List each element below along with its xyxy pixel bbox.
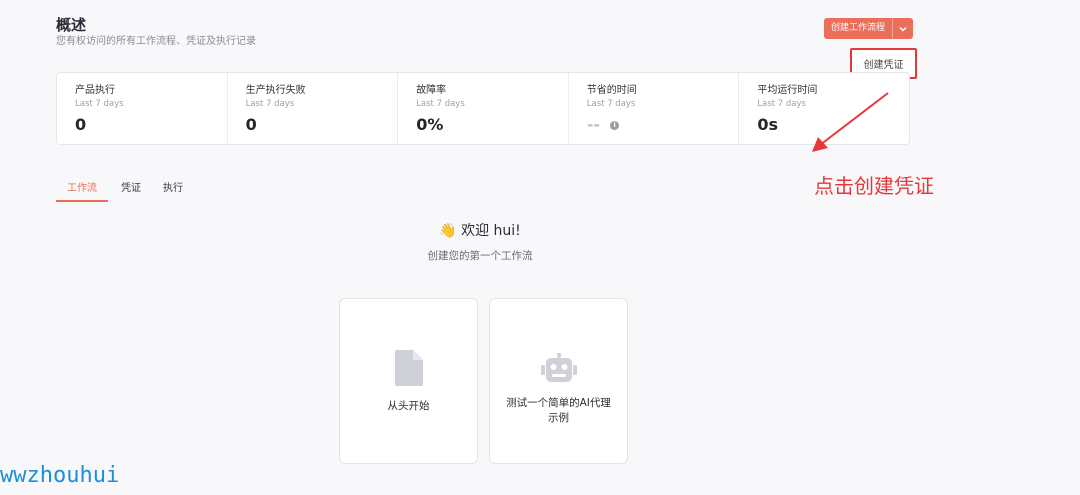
ai-agent-example-card[interactable]: 测试一个简单的AI代理示例 (489, 298, 628, 464)
file-icon (394, 349, 423, 387)
stat-value-row: -- i (587, 115, 739, 135)
stat-label: 产品执行 (75, 85, 115, 96)
tab-credentials[interactable]: 凭证 (110, 182, 152, 202)
chevron-down-icon (899, 26, 907, 32)
stat-prod-failures[interactable]: 生产执行失败 Last 7 days 0 (228, 73, 399, 144)
card-label: 从头开始 (387, 400, 430, 412)
create-workflow-split-button: 创建工作流程 (824, 18, 914, 39)
welcome-subtitle: 创建您的第一个工作流 (427, 250, 533, 262)
page-title: 概述 (56, 16, 87, 34)
stat-label: 节省的时间 (586, 85, 637, 96)
stat-value: 0% (416, 115, 444, 134)
stat-value: 0 (75, 115, 87, 134)
create-menu-toggle-button[interactable] (892, 18, 914, 39)
watermark: wwzhouhui (0, 463, 120, 488)
start-from-scratch-card[interactable]: 从头开始 (339, 298, 478, 464)
tab-executions[interactable]: 执行 (152, 182, 194, 202)
stat-period: Last 7 days (416, 99, 465, 109)
welcome-greeting: 欢迎 hui! (461, 223, 521, 239)
tab-workflows[interactable]: 工作流 (56, 182, 108, 202)
stat-period: Last 7 days (245, 99, 295, 109)
create-workflow-button[interactable]: 创建工作流程 (824, 18, 893, 39)
wave-icon: 👋 (439, 223, 457, 239)
tab-bar: 工作流 凭证 执行 (56, 182, 194, 202)
info-icon[interactable]: i (610, 120, 620, 130)
welcome-title: 👋 欢迎 hui! (0, 221, 960, 241)
stat-prod-executions[interactable]: 产品执行 Last 7 days 0 (57, 73, 228, 144)
robot-icon (540, 349, 577, 387)
annotation-arrow-icon (812, 92, 889, 152)
stat-value: -- (586, 115, 601, 134)
stats-panel: 产品执行 Last 7 days 0 生产执行失败 Last 7 days 0 … (56, 72, 910, 145)
stat-value: 0 (245, 115, 257, 134)
stat-failure-rate[interactable]: 故障率 Last 7 days 0% (398, 73, 569, 144)
welcome-section: 👋 欢迎 hui! 创建您的第一个工作流 (0, 221, 960, 263)
card-label: 测试一个简单的AI代理示例 (506, 397, 611, 424)
page-header: 概述 您有权访问的所有工作流程、凭证及执行记录 (56, 14, 256, 48)
stat-time-saved[interactable]: 节省的时间 Last 7 days -- i (569, 73, 740, 144)
stat-label: 生产执行失败 (245, 85, 306, 96)
stat-period: Last 7 days (586, 99, 636, 109)
stat-period: Last 7 days (75, 99, 124, 109)
annotation-text: 点击创建凭证 (814, 174, 934, 198)
stat-label: 故障率 (416, 85, 447, 96)
create-credential-menu-item[interactable]: 创建凭证 (864, 56, 904, 71)
page-subtitle: 您有权访问的所有工作流程、凭证及执行记录 (56, 36, 256, 47)
